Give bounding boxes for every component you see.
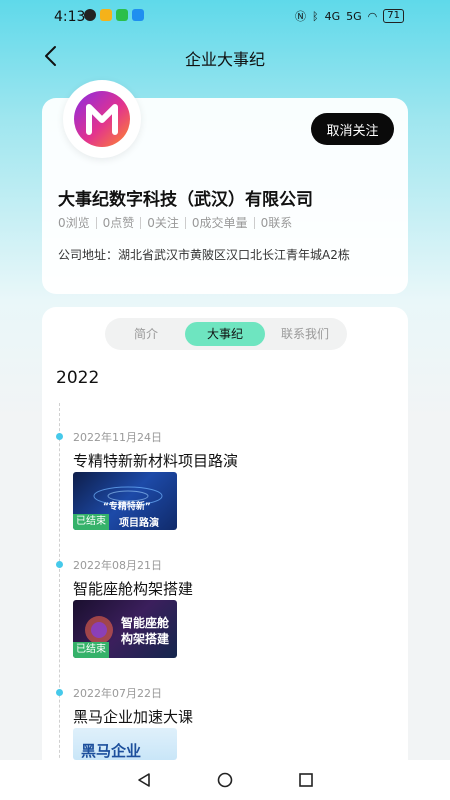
timeline-dot bbox=[56, 689, 63, 696]
message-app-icon bbox=[132, 9, 144, 21]
event-date: 2022年07月22日 bbox=[73, 687, 162, 700]
timeline-line bbox=[59, 403, 60, 773]
system-nav-bar bbox=[0, 760, 450, 800]
tab-contact[interactable]: 联系我们 bbox=[267, 322, 343, 346]
company-address: 公司地址：湖北省武汉市黄陂区汉口北长江青年城A2栋 bbox=[58, 248, 350, 262]
nfc-icon: Ⓝ bbox=[294, 10, 306, 23]
battery-icon: 71 bbox=[383, 9, 404, 23]
bluetooth-icon: ᛒ bbox=[311, 9, 319, 23]
stat-likes: 0点赞 bbox=[102, 216, 135, 230]
qq-icon bbox=[84, 9, 96, 21]
event-title[interactable]: 智能座舱构架搭建 bbox=[73, 578, 193, 599]
tab-bar: 简介 大事纪 联系我们 bbox=[105, 318, 347, 350]
status-time: 4:13 bbox=[54, 9, 86, 25]
tab-intro[interactable]: 简介 bbox=[109, 322, 183, 346]
thumbnail-text: 构架搭建 bbox=[121, 632, 170, 646]
nav-bar: 企业大事纪 bbox=[0, 38, 450, 74]
event-thumbnail[interactable]: “专精特新” 项目路演 已结束 bbox=[73, 472, 177, 530]
event-date: 2022年11月24日 bbox=[73, 431, 162, 444]
timeline-dot bbox=[56, 561, 63, 568]
stat-deals: 0成交单量 bbox=[191, 216, 248, 230]
timeline-dot bbox=[56, 433, 63, 440]
tab-milestones[interactable]: 大事纪 bbox=[185, 322, 265, 346]
status-right: Ⓝ ᛒ 4G 5G ◠ 71 bbox=[295, 8, 404, 24]
event-date: 2022年08月21日 bbox=[73, 559, 162, 572]
wifi-icon: ◠ bbox=[367, 9, 378, 23]
status-bar: 4:13 Ⓝ ᛒ 4G 5G ◠ 71 bbox=[0, 0, 450, 32]
signal-4g-label: 4G bbox=[324, 9, 341, 23]
company-name: 大事纪数字科技（武汉）有限公司 bbox=[58, 190, 313, 210]
year-heading: 2022 bbox=[56, 368, 100, 388]
event-title[interactable]: 专精特新新材料项目路演 bbox=[73, 450, 238, 471]
signal-5g-label: 5G bbox=[346, 9, 362, 23]
nav-recents-icon[interactable] bbox=[298, 772, 314, 788]
thumbnail-text: 黑马企业 bbox=[81, 742, 142, 760]
notification-icons bbox=[84, 9, 144, 21]
unfollow-button[interactable]: 取消关注 bbox=[311, 113, 394, 145]
thumbnail-text: 智能座舱 bbox=[121, 616, 170, 630]
status-badge: 已结束 bbox=[73, 642, 109, 658]
company-logo bbox=[63, 80, 141, 158]
mail-app-icon bbox=[100, 9, 112, 21]
event-thumbnail[interactable]: 黑马企业 bbox=[73, 728, 177, 760]
nav-back-icon[interactable] bbox=[136, 772, 152, 788]
thumbnail-text: 项目路演 bbox=[119, 518, 159, 529]
company-stats: 0浏览 0点赞 0关注 0成交单量 0联系 bbox=[58, 214, 298, 231]
event-title[interactable]: 黑马企业加速大课 bbox=[73, 706, 193, 727]
nav-home-icon[interactable] bbox=[217, 772, 233, 788]
page-title: 企业大事纪 bbox=[184, 50, 265, 69]
company-milestones-page: 4:13 Ⓝ ᛒ 4G 5G ◠ 71 企业大事纪 取消关注 大事纪数字科技（武… bbox=[0, 0, 450, 800]
wechat-icon bbox=[116, 9, 128, 21]
event-thumbnail[interactable]: 智能座舱 构架搭建 已结束 bbox=[73, 600, 177, 658]
thumbnail-text: “专精特新” bbox=[103, 502, 151, 512]
stat-views: 0浏览 bbox=[58, 216, 90, 230]
stat-follows: 0关注 bbox=[147, 216, 179, 230]
status-badge: 已结束 bbox=[73, 514, 109, 530]
stat-contacts: 0联系 bbox=[260, 216, 293, 230]
